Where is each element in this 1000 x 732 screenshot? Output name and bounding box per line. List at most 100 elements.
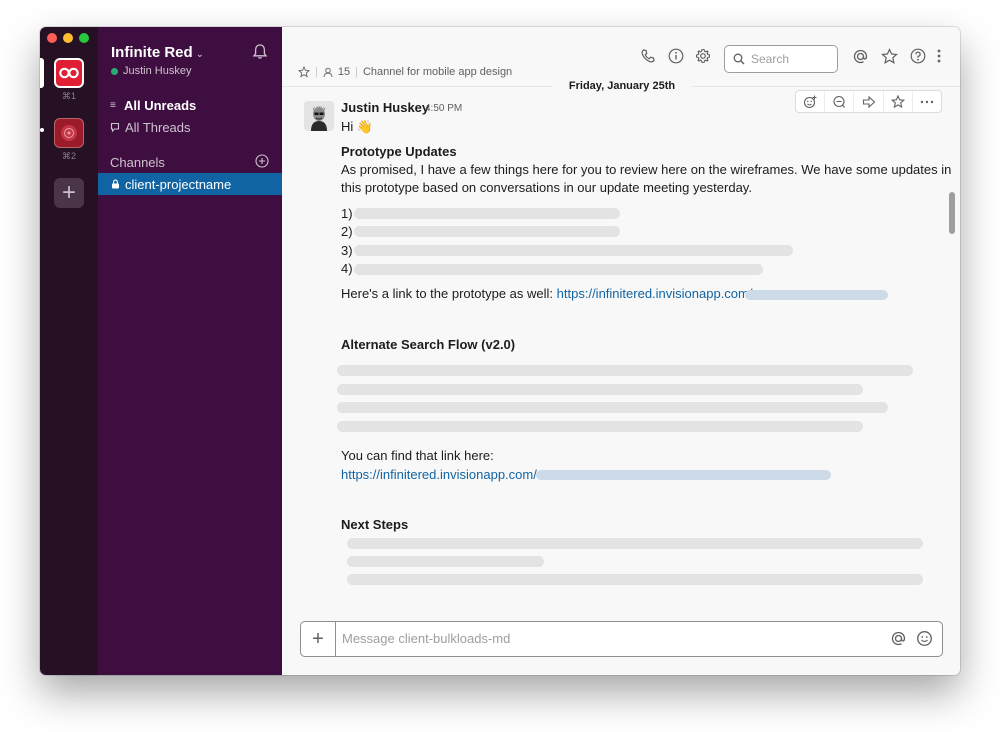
add-workspace-button[interactable]: + — [54, 178, 84, 208]
unread-dot — [40, 128, 44, 132]
user-avatar-photo — [304, 101, 334, 131]
sidebar-item-all-unreads[interactable]: ≡ All Unreads — [110, 98, 196, 113]
star-icon[interactable] — [298, 66, 310, 78]
message-timestamp[interactable]: 4:50 PM — [425, 103, 462, 114]
more-horizontal-icon — [920, 100, 934, 103]
workspace-2[interactable] — [54, 118, 84, 148]
section-title: Alternate Search Flow (v2.0) — [341, 337, 516, 352]
close-window-button[interactable] — [47, 33, 57, 43]
add-reaction-button[interactable] — [796, 91, 826, 112]
prototype-link[interactable]: https://infinitered.invisionapp.com/ — [557, 286, 753, 301]
share-arrow-icon — [862, 95, 875, 108]
search-placeholder: Search — [751, 52, 790, 66]
redacted-link-bar[interactable] — [745, 290, 888, 300]
list-number: 1) — [341, 206, 353, 221]
current-user[interactable]: Justin Huskey — [111, 65, 191, 77]
help-icon[interactable] — [910, 48, 926, 64]
attach-button[interactable]: + — [301, 622, 336, 656]
redacted-text-bar — [347, 574, 923, 585]
info-icon[interactable] — [668, 48, 684, 64]
more-actions-button[interactable] — [913, 91, 941, 112]
redacted-text-bar — [347, 538, 923, 549]
star-message-button[interactable] — [884, 91, 913, 112]
message-input[interactable]: Message client-bulkloads-md — [342, 631, 510, 646]
redacted-link-bar[interactable] — [536, 470, 831, 480]
thread-icon — [833, 95, 846, 108]
phone-icon[interactable] — [640, 48, 656, 64]
list-number: 4) — [341, 261, 353, 276]
workspace-shortcut: ⌘2 — [61, 151, 76, 161]
mention-icon[interactable] — [890, 630, 907, 647]
active-workspace-indicator — [40, 58, 44, 88]
date-divider: Friday, January 25th — [552, 79, 692, 93]
redacted-text-bar — [337, 384, 863, 395]
divider: | — [355, 66, 358, 78]
avatar[interactable] — [304, 101, 334, 131]
link-intro: Here's a link to the prototype as well: — [341, 286, 554, 301]
user-name: Justin Huskey — [123, 65, 192, 77]
team-name: Infinite Red — [111, 44, 193, 61]
search-flow-link[interactable]: https://infinitered.invisionapp.com/ — [341, 466, 537, 484]
redacted-text-bar — [337, 365, 913, 376]
plus-icon: + — [312, 627, 324, 650]
start-thread-button[interactable] — [825, 91, 855, 112]
section-title: Next Steps — [341, 517, 409, 532]
link-line: Here's a link to the prototype as well: … — [341, 285, 752, 303]
search-icon — [733, 53, 745, 65]
threads-icon — [110, 122, 120, 133]
sidebar-item-all-threads[interactable]: All Threads — [110, 120, 191, 135]
redacted-text-bar — [354, 208, 620, 219]
sidebar-item-label: All Threads — [125, 120, 191, 135]
mentions-icon[interactable] — [852, 48, 869, 65]
message-composer[interactable]: + Message client-bulkloads-md — [300, 621, 943, 657]
share-message-button[interactable] — [854, 91, 884, 112]
channels-header[interactable]: Channels — [110, 155, 165, 170]
search-input[interactable]: Search — [724, 45, 838, 73]
redacted-text-bar — [354, 226, 620, 237]
app-window: ⌘1 ⌘2 + Infinite Red ⌄ Justin Huskey ≡ Al… — [40, 27, 960, 675]
section-title: Prototype Updates — [341, 144, 457, 159]
message-actions — [795, 90, 942, 113]
workspace-avatar-icon — [61, 125, 77, 141]
member-count[interactable]: 15 — [338, 66, 350, 78]
emoji-icon[interactable] — [916, 630, 933, 647]
sidebar-item-channel[interactable]: client-projectname — [98, 173, 282, 195]
gear-icon[interactable] — [695, 48, 711, 64]
add-channel-icon[interactable] — [255, 154, 269, 168]
redacted-text-bar — [347, 556, 544, 567]
chevron-down-icon: ⌄ — [195, 49, 205, 60]
channel-name: client-projectname — [125, 176, 232, 192]
message-author[interactable]: Justin Huskey — [341, 100, 429, 115]
unreads-icon: ≡ — [110, 100, 116, 111]
lock-icon — [112, 179, 119, 189]
minimize-window-button[interactable] — [63, 33, 73, 43]
channel-header-meta: | 15 | Channel for mobile app design — [298, 66, 512, 78]
member-icon[interactable] — [323, 67, 333, 78]
zoom-window-button[interactable] — [79, 33, 89, 43]
channel-view: | 15 | Channel for mobile app design Sea… — [282, 27, 960, 675]
scrollbar[interactable] — [949, 192, 955, 234]
infinite-red-logo-icon — [59, 67, 79, 79]
list-number: 2) — [341, 224, 353, 239]
redacted-text-bar — [337, 421, 863, 432]
message-text: this prototype based on conversations in… — [341, 180, 752, 195]
message-text: As promised, I have a few things here fo… — [341, 162, 952, 177]
window-controls — [47, 33, 89, 43]
workspace-shortcut: ⌘1 — [61, 91, 76, 101]
more-vertical-icon[interactable] — [936, 48, 942, 64]
redacted-text-bar — [354, 245, 793, 256]
add-reaction-icon — [804, 95, 817, 108]
message-greeting: Hi 👋 — [341, 119, 374, 134]
message-text: You can find that link here: — [341, 448, 494, 463]
team-menu[interactable]: Infinite Red ⌄ — [111, 44, 204, 61]
star-icon — [890, 94, 905, 108]
workspace-infinite-red[interactable] — [54, 58, 84, 88]
channel-topic[interactable]: Channel for mobile app design — [363, 66, 512, 78]
sidebar-item-label: All Unreads — [124, 98, 197, 113]
list-number: 3) — [341, 243, 353, 258]
bell-icon[interactable] — [252, 43, 268, 60]
starred-items-icon[interactable] — [881, 48, 898, 65]
redacted-text-bar — [337, 402, 888, 413]
presence-dot — [111, 67, 118, 75]
sidebar: Infinite Red ⌄ Justin Huskey ≡ All Unread… — [98, 27, 282, 675]
